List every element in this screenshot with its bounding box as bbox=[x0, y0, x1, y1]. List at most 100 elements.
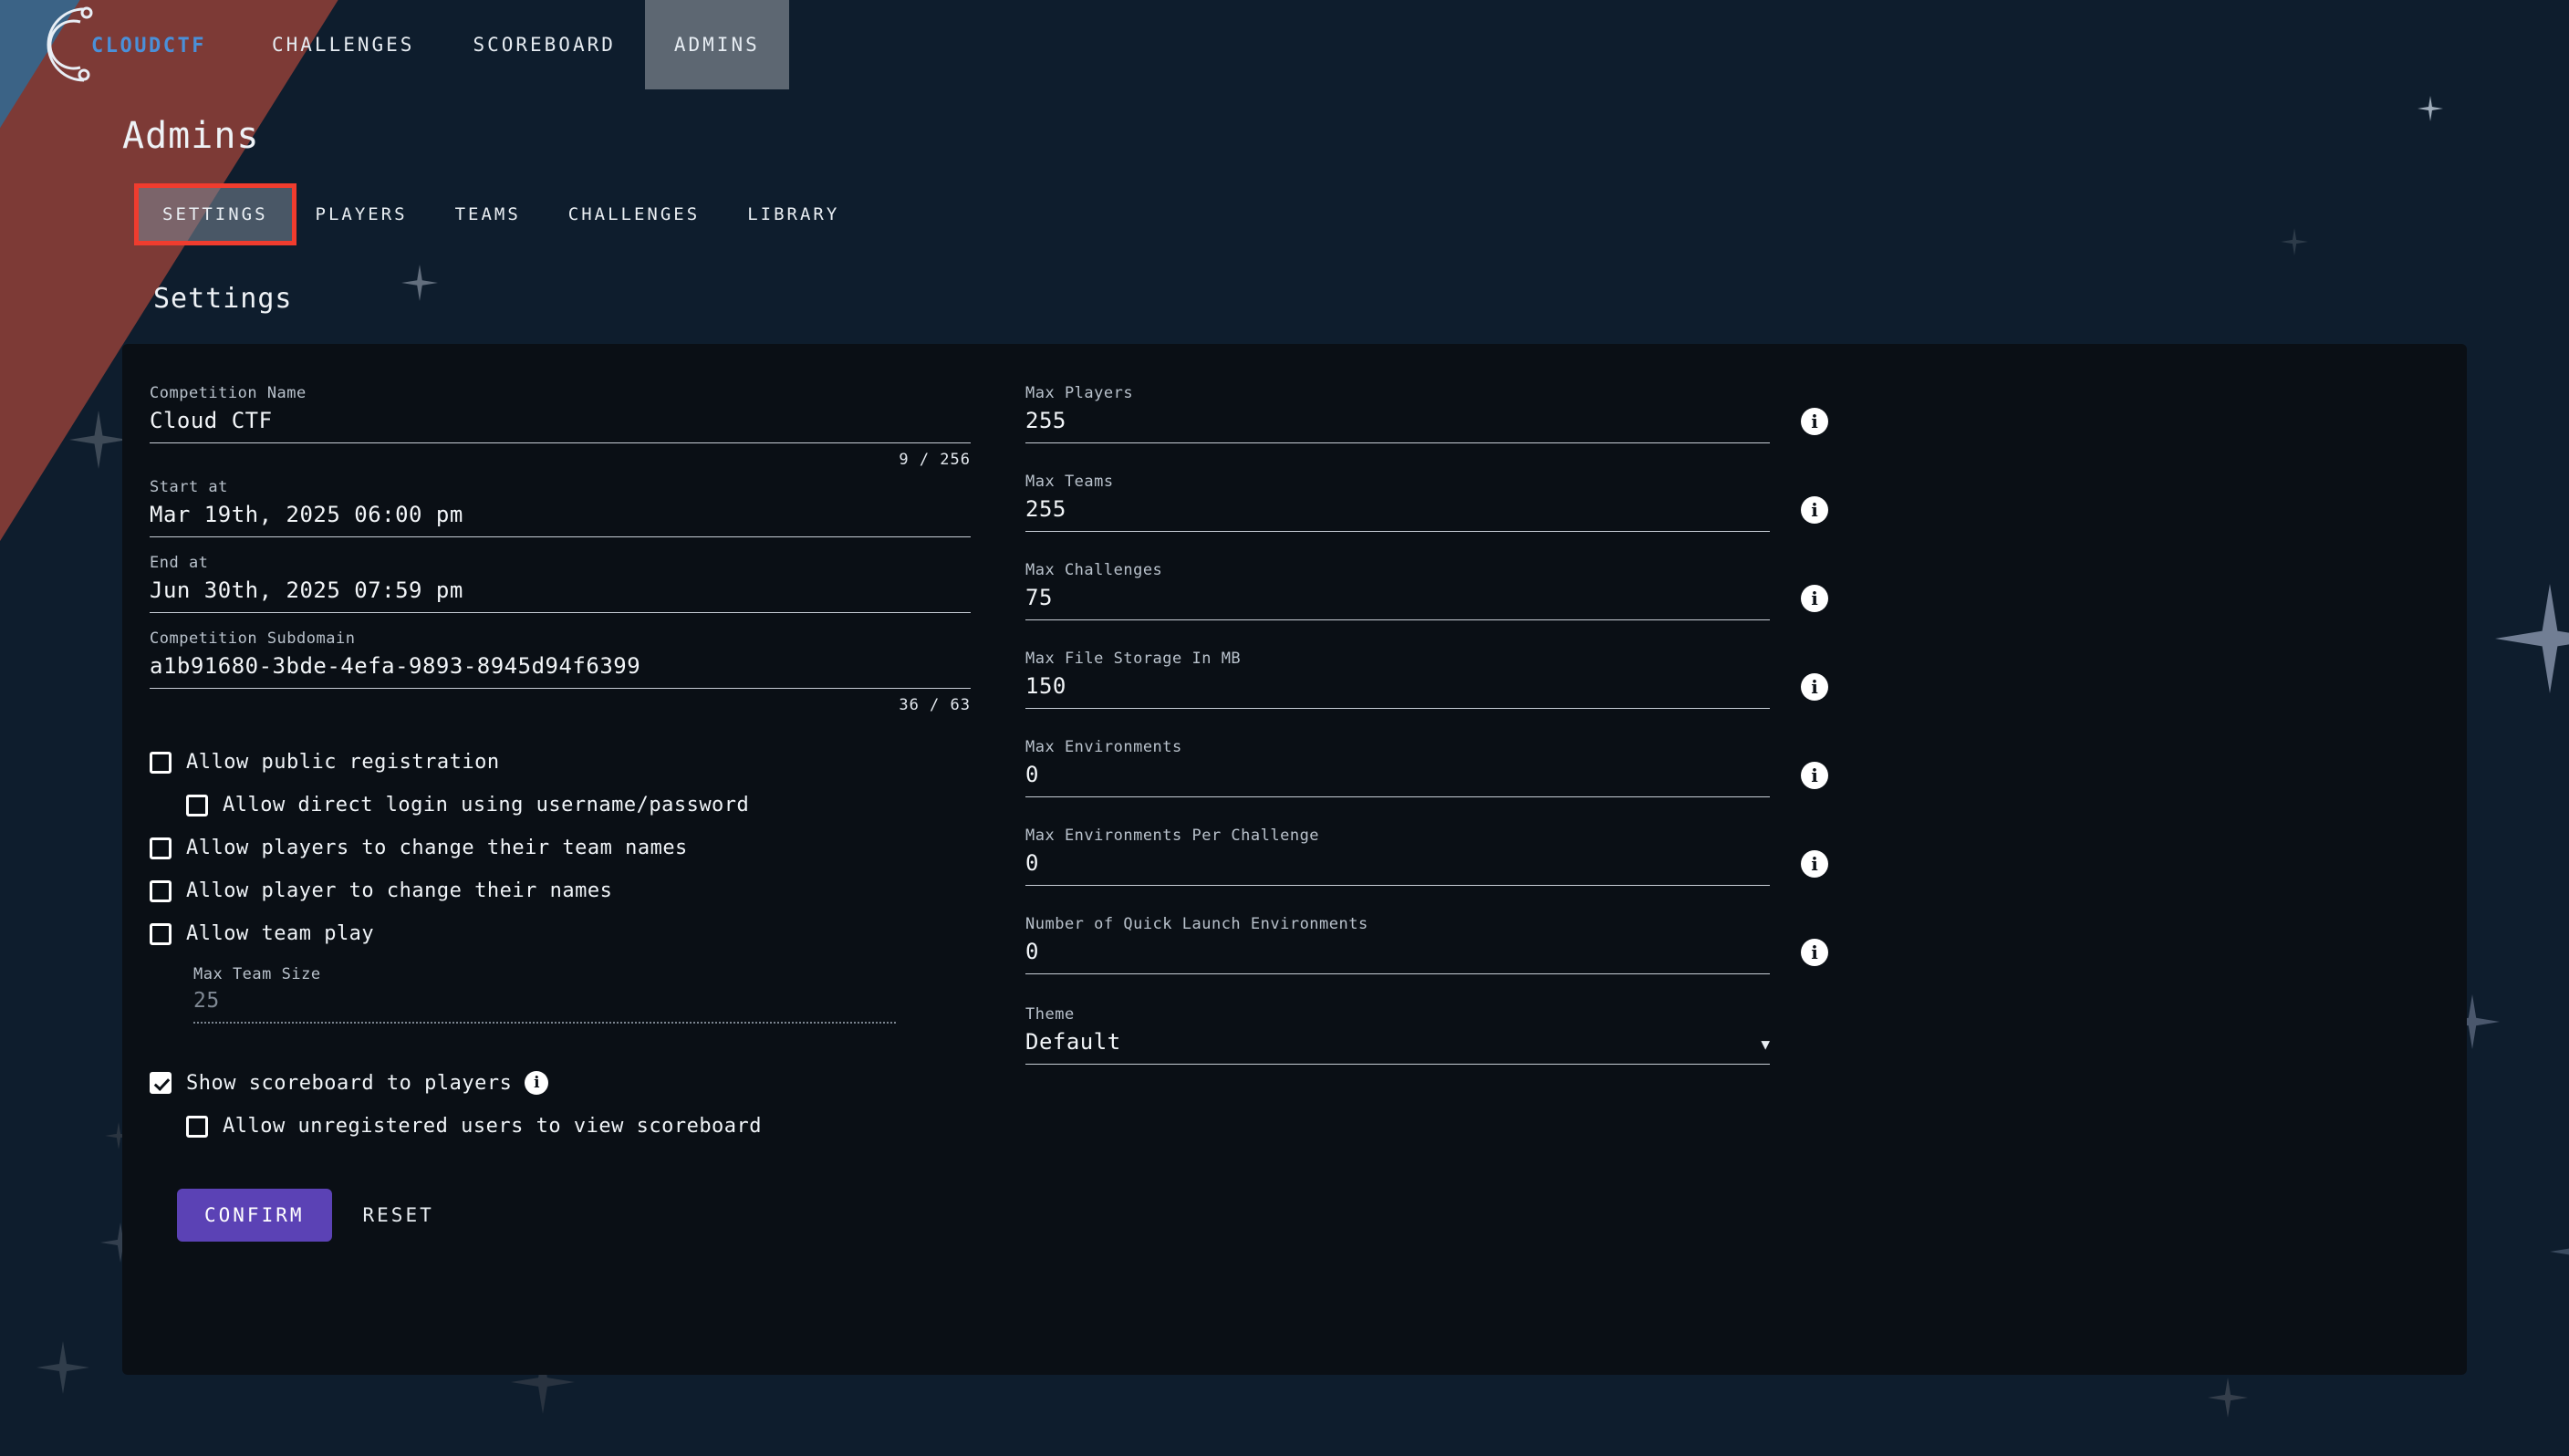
checkbox-unchecked-icon[interactable] bbox=[150, 837, 172, 859]
field-input[interactable]: 0 bbox=[1025, 939, 1770, 973]
brand-word-ctf: CTF bbox=[162, 35, 206, 57]
checkbox-row[interactable]: Allow public registration bbox=[150, 751, 971, 774]
field-input[interactable]: 0 bbox=[1025, 850, 1770, 885]
info-icon[interactable]: i bbox=[1801, 496, 1828, 524]
brand-logo[interactable]: CLOUDCTF bbox=[44, 0, 217, 89]
competition-subdomain-input[interactable]: a1b91680-3bde-4efa-9893-8945d94f6399 bbox=[150, 653, 971, 688]
checkbox-unchecked-icon[interactable] bbox=[186, 794, 208, 816]
numeric-field[interactable]: Max Teams 255 bbox=[1025, 473, 1770, 532]
checkbox-unchecked-icon[interactable] bbox=[150, 751, 172, 774]
admin-subtab-bar: SETTINGS PLAYERS TEAMS CHALLENGES LIBRARY bbox=[134, 183, 2569, 245]
settings-panel: Competition Name Cloud CTF 9 / 256 Start… bbox=[122, 344, 2467, 1375]
app-root: CLOUDCTF CHALLENGES SCOREBOARD ADMINS Admi… bbox=[0, 0, 2569, 1456]
competition-name-counter: 9 / 256 bbox=[899, 451, 971, 469]
checkbox-label: Allow players to change their team names bbox=[186, 837, 688, 859]
numeric-field[interactable]: Max File Storage In MB 150 bbox=[1025, 650, 1770, 709]
numeric-field[interactable]: Number of Quick Launch Environments 0 bbox=[1025, 915, 1770, 974]
field-label: Max Challenges bbox=[1025, 561, 1163, 579]
theme-underline bbox=[1025, 1064, 1770, 1065]
checkbox-row[interactable]: Allow direct login using username/passwo… bbox=[186, 794, 971, 816]
info-icon[interactable]: i bbox=[1801, 585, 1828, 612]
reset-button[interactable]: RESET bbox=[341, 1189, 456, 1242]
info-icon[interactable]: i bbox=[1801, 762, 1828, 789]
competition-subdomain-field[interactable]: Competition Subdomain a1b91680-3bde-4efa… bbox=[150, 629, 971, 714]
numeric-field[interactable]: Max Environments 0 bbox=[1025, 738, 1770, 797]
theme-select[interactable]: Theme Default ▼ bbox=[1025, 1005, 1770, 1065]
brand-word-cloud: CLOUD bbox=[91, 35, 163, 57]
field-underline bbox=[1025, 531, 1770, 532]
subtab-teams[interactable]: TEAMS bbox=[432, 188, 545, 241]
settings-left-column: Competition Name Cloud CTF 9 / 256 Start… bbox=[150, 384, 971, 1242]
settings-columns: Competition Name Cloud CTF 9 / 256 Start… bbox=[122, 384, 2467, 1242]
max-team-size-field[interactable]: Max Team Size 25 bbox=[193, 965, 896, 1024]
info-icon[interactable]: i bbox=[1801, 850, 1828, 878]
max-team-size-input[interactable]: 25 bbox=[193, 989, 896, 1022]
competition-subdomain-counter: 36 / 63 bbox=[899, 696, 971, 714]
field-input[interactable]: 0 bbox=[1025, 762, 1770, 796]
topnav-link-admins[interactable]: ADMINS bbox=[644, 0, 789, 89]
theme-selected-value: Default bbox=[1025, 1029, 1121, 1055]
numeric-field[interactable]: Max Challenges 75 bbox=[1025, 561, 1770, 620]
settings-field-row: Max Environments Per Challenge 0 i bbox=[1025, 827, 1828, 893]
page-body: Admins SETTINGS PLAYERS TEAMS CHALLENGES LIB… bbox=[0, 89, 2569, 1375]
subtab-challenges[interactable]: CHALLENGES bbox=[545, 188, 723, 241]
info-icon[interactable]: i bbox=[1801, 673, 1828, 701]
info-icon[interactable]: i bbox=[1801, 408, 1828, 435]
start-at-field[interactable]: Start at Mar 19th, 2025 06:00 pm bbox=[150, 478, 971, 537]
start-at-underline bbox=[150, 536, 971, 537]
end-at-field[interactable]: End at Jun 30th, 2025 07:59 pm bbox=[150, 554, 971, 613]
chevron-down-icon[interactable]: ▼ bbox=[1761, 1035, 1770, 1053]
form-actions: CONFIRM RESET bbox=[177, 1189, 971, 1242]
subtab-players[interactable]: PLAYERS bbox=[292, 188, 432, 241]
competition-name-input[interactable]: Cloud CTF bbox=[150, 408, 971, 442]
field-input[interactable]: 150 bbox=[1025, 673, 1770, 708]
checkbox-label: Allow public registration bbox=[186, 751, 500, 774]
theme-label: Theme bbox=[1025, 1005, 1075, 1024]
topnav-link-challenges[interactable]: CHALLENGES bbox=[243, 0, 443, 89]
settings-field-row: Max Teams 255 i bbox=[1025, 473, 1828, 539]
top-nav-links: CHALLENGES SCOREBOARD ADMINS bbox=[243, 0, 789, 89]
checkbox-label: Allow player to change their names bbox=[186, 879, 613, 902]
checkbox-label: Allow unregistered users to view scorebo… bbox=[223, 1115, 763, 1138]
checkbox-unchecked-icon[interactable] bbox=[186, 1115, 208, 1138]
numeric-field[interactable]: Max Players 255 bbox=[1025, 384, 1770, 443]
info-icon[interactable]: i bbox=[525, 1071, 549, 1095]
checkbox-row[interactable]: Allow team play bbox=[150, 922, 971, 945]
competition-subdomain-label: Competition Subdomain bbox=[150, 629, 356, 648]
field-input[interactable]: 255 bbox=[1025, 496, 1770, 531]
competition-name-field[interactable]: Competition Name Cloud CTF 9 / 256 bbox=[150, 384, 971, 469]
settings-field-row: Number of Quick Launch Environments 0 i bbox=[1025, 915, 1828, 982]
theme-select-row[interactable]: Default ▼ bbox=[1025, 1029, 1770, 1064]
max-team-size-label: Max Team Size bbox=[193, 965, 321, 983]
field-label: Max Environments Per Challenge bbox=[1025, 827, 1320, 845]
field-underline bbox=[1025, 708, 1770, 709]
numeric-field[interactable]: Max Environments Per Challenge 0 bbox=[1025, 827, 1770, 886]
settings-field-row: Max Environments 0 i bbox=[1025, 738, 1828, 805]
checkbox-unchecked-icon[interactable] bbox=[150, 879, 172, 902]
start-at-input[interactable]: Mar 19th, 2025 06:00 pm bbox=[150, 502, 971, 536]
checkbox-row[interactable]: Allow unregistered users to view scorebo… bbox=[186, 1115, 971, 1138]
end-at-input[interactable]: Jun 30th, 2025 07:59 pm bbox=[150, 577, 971, 612]
field-label: Max Teams bbox=[1025, 473, 1114, 491]
checkbox-row[interactable]: Show scoreboard to players i bbox=[150, 1071, 971, 1095]
info-icon[interactable]: i bbox=[1801, 939, 1828, 966]
checkbox-unchecked-icon[interactable] bbox=[150, 922, 172, 945]
field-input[interactable]: 255 bbox=[1025, 408, 1770, 442]
subtab-library[interactable]: LIBRARY bbox=[723, 188, 863, 241]
subtab-settings[interactable]: SETTINGS bbox=[134, 183, 296, 245]
checkbox-checked-icon[interactable] bbox=[150, 1072, 172, 1094]
topnav-link-scoreboard[interactable]: SCOREBOARD bbox=[443, 0, 644, 89]
page-title: Admins bbox=[122, 115, 260, 157]
checkbox-row[interactable]: Allow player to change their names bbox=[150, 879, 971, 902]
field-input[interactable]: 75 bbox=[1025, 585, 1770, 619]
brand-wordmark: CLOUDCTF bbox=[91, 35, 206, 57]
field-underline bbox=[1025, 619, 1770, 620]
confirm-button[interactable]: CONFIRM bbox=[177, 1189, 332, 1242]
checkbox-row[interactable]: Allow players to change their team names bbox=[150, 837, 971, 859]
max-team-size-underline bbox=[193, 1022, 896, 1024]
start-at-label: Start at bbox=[150, 478, 228, 496]
checkbox-label: Allow team play bbox=[186, 922, 375, 945]
settings-field-row: Max Players 255 i bbox=[1025, 384, 1828, 451]
competition-name-underline bbox=[150, 442, 971, 443]
scoreboard-checkbox-group: Show scoreboard to players i Allow unregis… bbox=[150, 1071, 971, 1138]
